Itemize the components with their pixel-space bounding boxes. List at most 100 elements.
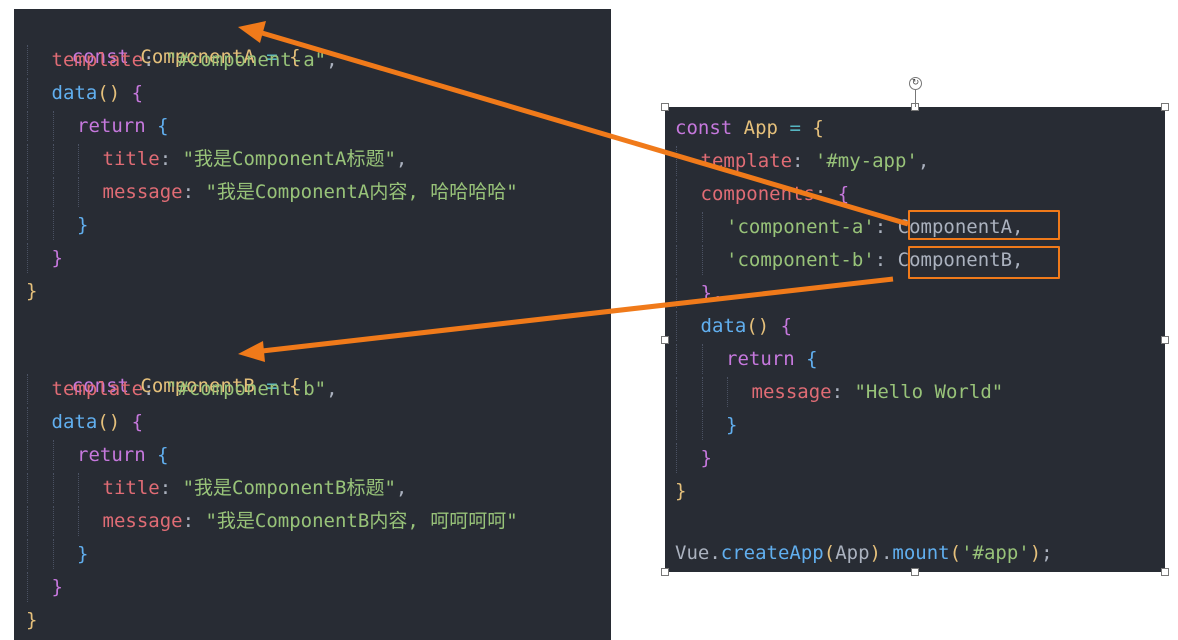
colon: : xyxy=(143,378,155,400)
prop-template: template xyxy=(700,150,793,172)
resize-handle-bottom-left[interactable] xyxy=(661,568,669,576)
code-line: components: { xyxy=(675,179,849,209)
open-brace: { xyxy=(806,348,818,370)
code-line: } xyxy=(26,605,37,635)
code-line: data() { xyxy=(26,407,143,437)
indent-guide xyxy=(701,245,727,275)
code-line: const ComponentA = { xyxy=(26,12,301,68)
close-brace: } xyxy=(51,247,63,269)
indent-guide xyxy=(52,440,78,470)
fn-create-app: createApp xyxy=(720,542,824,564)
indent-guide xyxy=(675,146,701,176)
close-brace: } xyxy=(675,480,687,502)
prop-message: message xyxy=(102,181,183,203)
code-line: template: "#component-b", xyxy=(26,374,338,404)
fn-mount: mount xyxy=(892,542,950,564)
indent-guide xyxy=(52,473,78,503)
indent-guide xyxy=(77,473,103,503)
code-line: const App = { xyxy=(675,113,824,143)
indent-guide xyxy=(26,210,52,240)
indent-guide xyxy=(26,177,52,207)
indent-guide xyxy=(26,243,52,273)
template-string: "#component-b" xyxy=(165,378,327,400)
close-brace: } xyxy=(726,414,738,436)
code-line: return { xyxy=(26,440,169,470)
message-string: "Hello World" xyxy=(854,381,1004,403)
close-brace: } xyxy=(26,280,38,302)
comma: , xyxy=(326,49,338,71)
indent-guide xyxy=(675,377,701,407)
prop-message: message xyxy=(751,381,832,403)
highlight-box-component-b xyxy=(908,246,1060,279)
code-line: const ComponentB = { xyxy=(26,341,301,397)
resize-handle-bottom-center[interactable] xyxy=(911,568,919,576)
indent-guide xyxy=(77,177,103,207)
open-brace: { xyxy=(157,115,169,137)
indent-guide xyxy=(52,539,78,569)
code-line: title: "我是ComponentA标题", xyxy=(26,144,407,174)
prop-title: title xyxy=(102,148,160,170)
keyword-const: const xyxy=(675,117,733,139)
code-line: template: "#component-a", xyxy=(26,45,338,75)
code-line: } xyxy=(26,276,37,306)
indent-guide xyxy=(675,344,701,374)
code-line: } xyxy=(675,410,737,440)
indent-guide xyxy=(52,210,78,240)
arg-app: App xyxy=(835,542,870,564)
indent-guide xyxy=(675,179,701,209)
indent-guide xyxy=(52,506,78,536)
resize-handle-middle-right[interactable] xyxy=(1161,336,1169,344)
code-line: } xyxy=(675,443,712,473)
resize-handle-middle-left[interactable] xyxy=(661,336,669,344)
fn-data: data xyxy=(700,315,747,337)
prop-template: template xyxy=(51,49,144,71)
colon: : xyxy=(159,148,172,170)
code-line: data() { xyxy=(26,78,143,108)
component-b-key: 'component-b' xyxy=(726,249,875,271)
indent-guide xyxy=(26,440,52,470)
colon: : xyxy=(831,381,844,403)
fn-data: data xyxy=(51,411,98,433)
rotate-icon[interactable]: ↻ xyxy=(909,77,922,90)
close-brace: }, xyxy=(700,282,724,304)
colon: : xyxy=(159,477,172,499)
code-line: } xyxy=(26,210,88,240)
colon: : xyxy=(874,249,887,271)
fn-data: data xyxy=(51,82,98,104)
indent-guide xyxy=(26,506,52,536)
vue-object: Vue xyxy=(675,542,710,564)
comma: , xyxy=(917,150,930,172)
indent-guide xyxy=(726,377,752,407)
indent-guide xyxy=(26,407,52,437)
right-code-screenshot[interactable]: const App = { template: '#my-app', compo… xyxy=(665,107,1165,572)
close-brace: } xyxy=(700,447,712,469)
arg-app-selector: '#app' xyxy=(961,542,1030,564)
resize-handle-bottom-right[interactable] xyxy=(1161,568,1169,576)
colon: : xyxy=(814,183,827,205)
keyword-return: return xyxy=(77,115,146,137)
code-line: } xyxy=(26,539,88,569)
prop-message: message xyxy=(102,510,183,532)
colon: : xyxy=(182,181,195,203)
highlight-box-component-a xyxy=(908,210,1060,240)
code-line: message: "我是ComponentB内容, 呵呵呵呵" xyxy=(26,506,518,536)
indent-guide xyxy=(52,177,78,207)
code-line: message: "Hello World" xyxy=(675,377,1003,407)
colon: : xyxy=(143,49,155,71)
colon: : xyxy=(792,150,804,172)
component-a-key: 'component-a' xyxy=(726,216,875,238)
parens: () xyxy=(97,82,121,104)
close-brace: } xyxy=(51,576,63,598)
prop-components: components xyxy=(700,183,815,205)
left-code-screenshot: const ComponentA = { template: "#compone… xyxy=(14,9,611,640)
indent-guide xyxy=(675,245,701,275)
resize-handle-top-right[interactable] xyxy=(1161,103,1169,111)
indent-guide xyxy=(675,278,701,308)
resize-handle-top-left[interactable] xyxy=(661,103,669,111)
open-brace: { xyxy=(780,315,793,337)
indent-guide xyxy=(675,311,701,341)
prop-template: template xyxy=(51,378,144,400)
indent-guide xyxy=(26,473,52,503)
code-line: template: '#my-app', xyxy=(675,146,929,176)
indent-guide xyxy=(26,374,52,404)
